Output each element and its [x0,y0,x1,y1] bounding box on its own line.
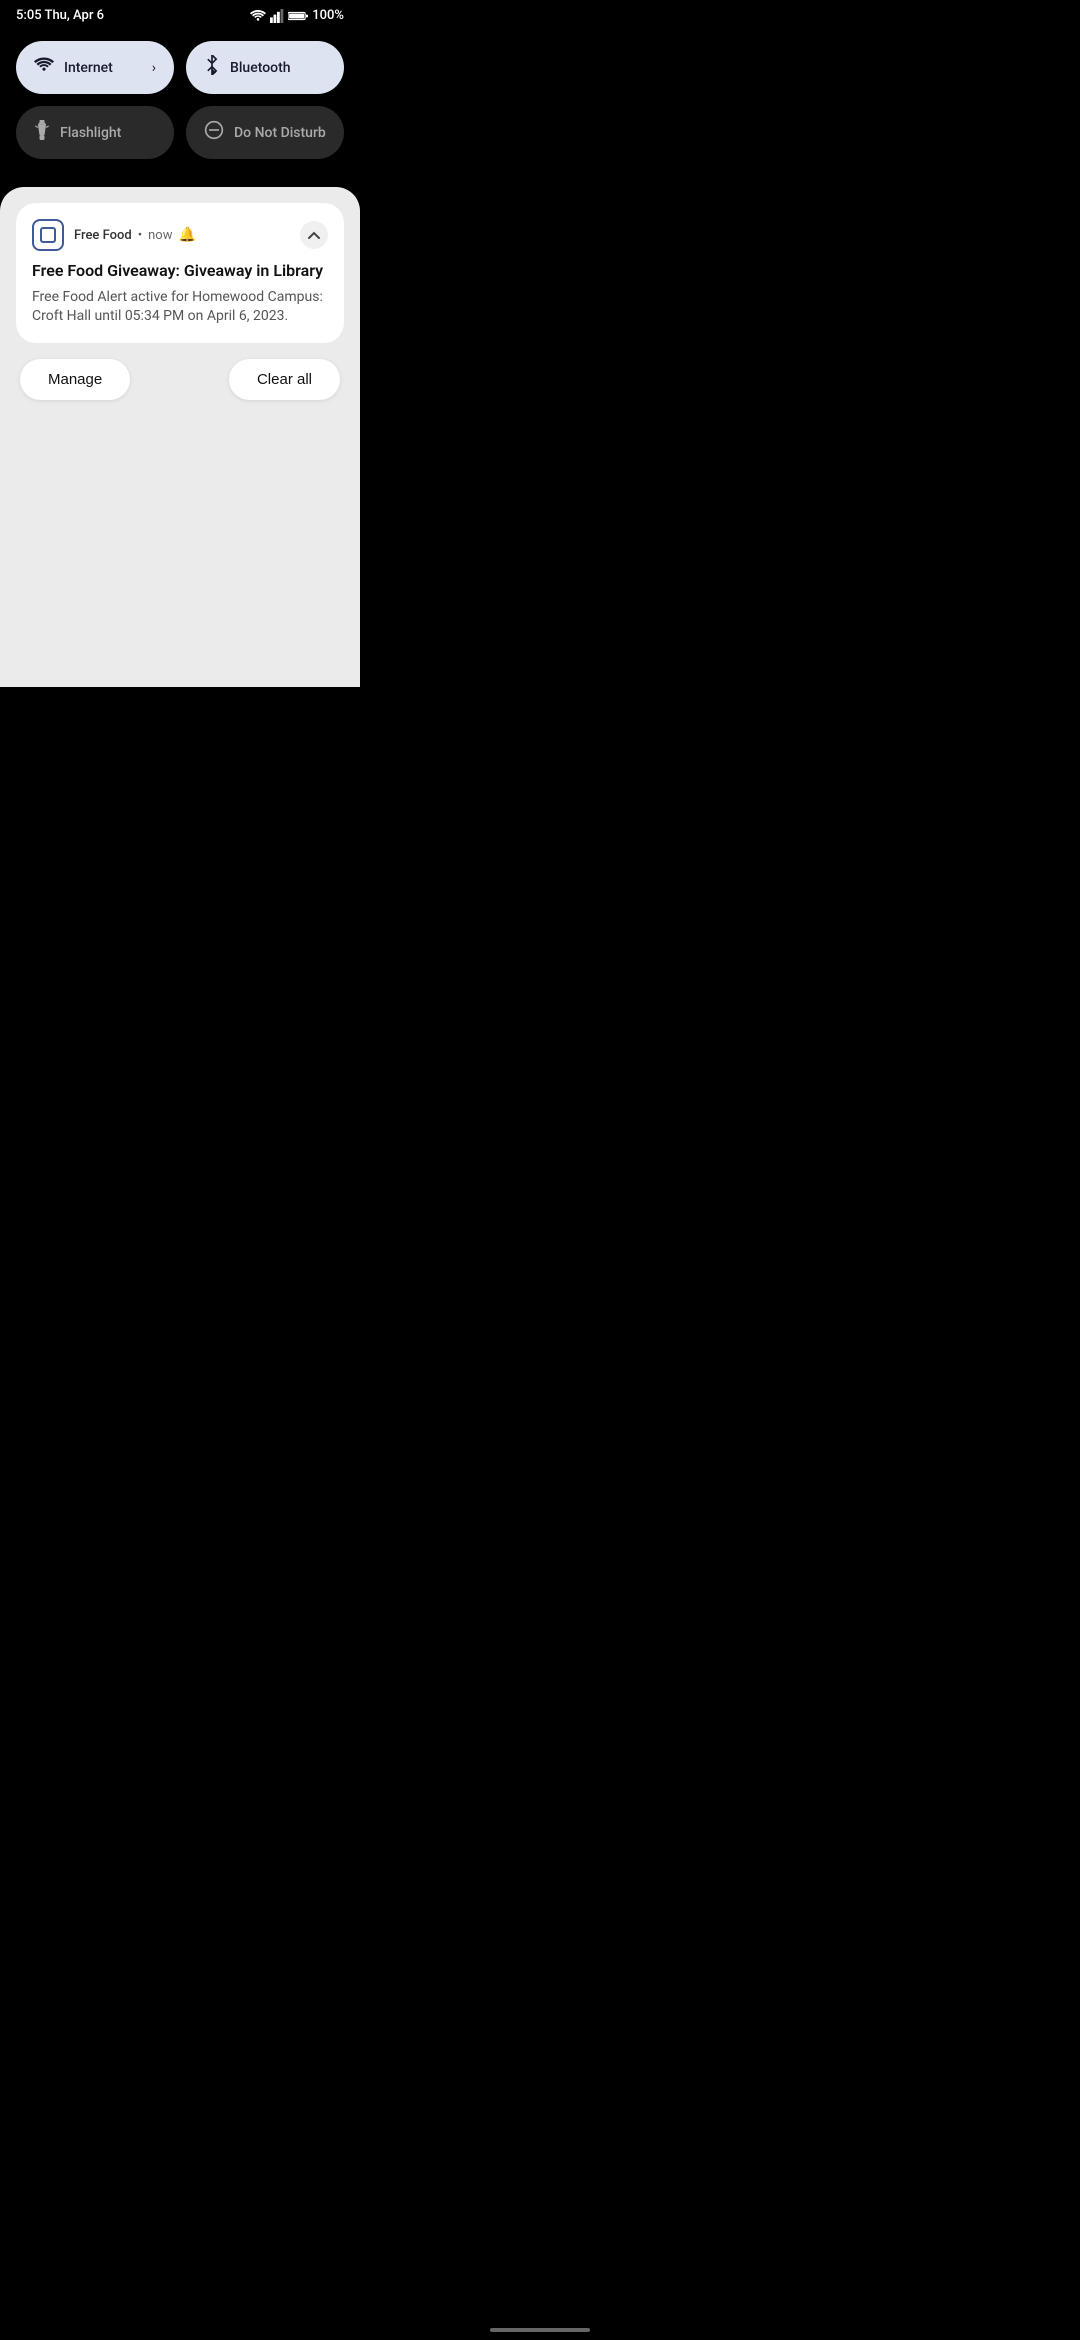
notification-time: now [148,228,172,243]
notification-bell-icon: 🔔 [179,227,196,243]
clear-all-button[interactable]: Clear all [229,359,340,400]
quick-settings-row-1: Internet › Bluetooth [16,41,344,94]
notification-area: Free Food • now 🔔 Free Food Giveaway: Gi… [0,187,360,687]
action-buttons: Manage Clear all [16,359,344,400]
status-icons: 100% [250,8,344,23]
quick-settings-row-2: Flashlight Do Not Disturb [16,106,344,159]
notification-card: Free Food • now 🔔 Free Food Giveaway: Gi… [16,203,344,343]
qs-tile-bluetooth[interactable]: Bluetooth [186,41,344,94]
notification-app-name: Free Food [74,228,132,243]
notification-header: Free Food • now 🔔 [32,219,328,251]
home-indicator [490,2328,590,2332]
chevron-right-icon: › [152,60,156,76]
notification-app-icon-inner [40,227,56,243]
status-time: 5:05 Thu, Apr 6 [16,8,104,23]
battery-percent: 100% [312,8,344,23]
notification-meta: Free Food • now 🔔 [74,227,290,243]
notification-dot: • [138,228,142,243]
manage-button[interactable]: Manage [20,359,130,400]
qs-tile-internet[interactable]: Internet › [16,41,174,94]
dnd-label: Do Not Disturb [234,125,326,141]
qs-tile-flashlight[interactable]: Flashlight [16,106,174,159]
quick-settings: Internet › Bluetooth [0,29,360,187]
notification-body: Free Food Alert active for Homewood Camp… [32,288,328,327]
notification-app-icon [32,219,64,251]
notification-collapse-button[interactable] [300,221,328,249]
flashlight-qs-icon [34,120,50,145]
wifi-icon [250,9,266,23]
signal-icon [270,9,284,23]
bluetooth-label: Bluetooth [230,60,291,76]
status-bar: 5:05 Thu, Apr 6 100% [0,0,360,29]
notification-title: Free Food Giveaway: Giveaway in Library [32,261,328,282]
bluetooth-qs-icon [204,55,220,80]
battery-icon [288,10,308,22]
flashlight-label: Flashlight [60,125,121,141]
internet-label: Internet [64,60,113,76]
dnd-qs-icon [204,120,224,145]
qs-tile-dnd[interactable]: Do Not Disturb [186,106,344,159]
wifi-qs-icon [34,56,54,79]
